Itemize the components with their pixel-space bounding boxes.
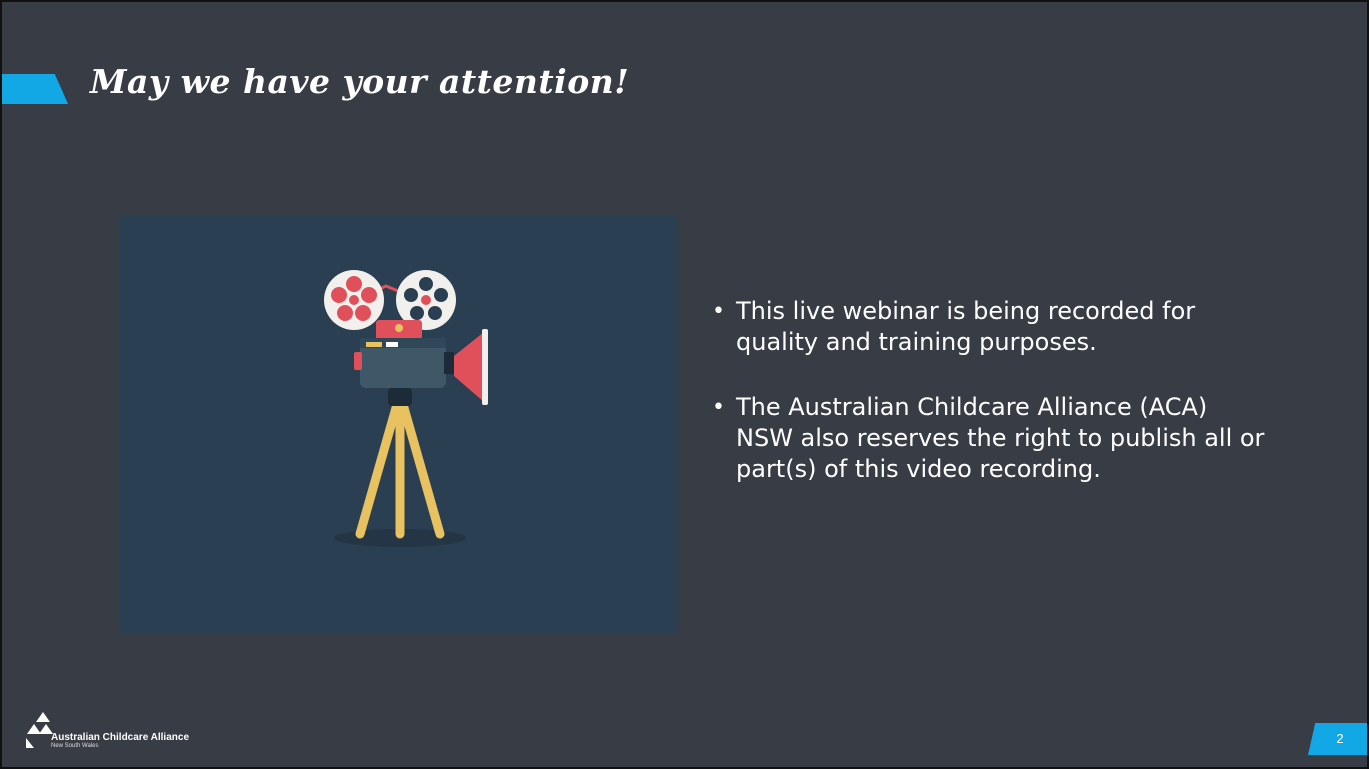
logo-subtitle: New South Wales	[51, 743, 99, 749]
logo-name: Australian Childcare Alliance	[51, 732, 190, 743]
slide: May we have your attention! • This live …	[0, 0, 1369, 769]
bullet-text: This live webinar is being recorded for …	[736, 297, 1196, 356]
bullet-glyph: •	[712, 299, 725, 324]
bullet-text: The Australian Childcare Alliance (ACA) …	[736, 393, 1265, 483]
list-item: • The Australian Childcare Alliance (ACA…	[710, 392, 1270, 485]
title-accent-bar	[2, 74, 68, 104]
slide-title: May we have your attention!	[90, 62, 630, 101]
page-number: 2	[1308, 723, 1367, 755]
list-item: • This live webinar is being recorded fo…	[710, 296, 1270, 358]
film-camera-illustration	[120, 216, 678, 633]
film-camera-icon	[324, 270, 488, 547]
aca-logo: Australian Childcare Alliance New South …	[24, 710, 224, 750]
bullet-glyph: •	[712, 395, 725, 420]
bullet-list: • This live webinar is being recorded fo…	[710, 296, 1270, 519]
